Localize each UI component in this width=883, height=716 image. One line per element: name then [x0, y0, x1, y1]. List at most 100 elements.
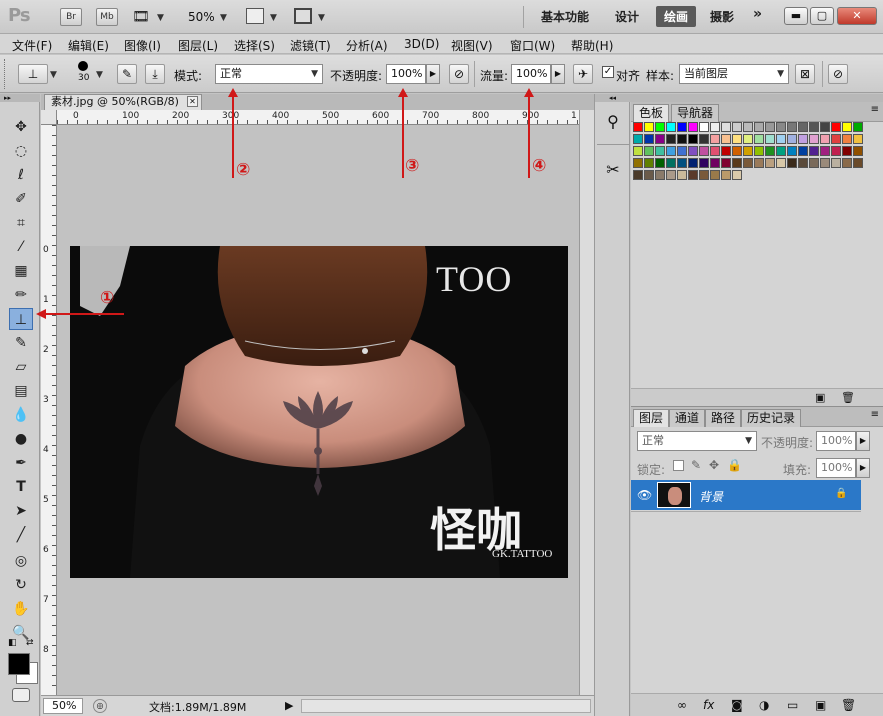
- new-group-icon[interactable]: ▭: [787, 698, 798, 712]
- opacity-slider-button[interactable]: ▶: [426, 64, 440, 84]
- foreground-color-swatch[interactable]: [8, 653, 30, 675]
- color-swatch[interactable]: [820, 146, 830, 156]
- tool-presets-icon[interactable]: ✂: [601, 160, 625, 184]
- chevron-down-icon[interactable]: ▼: [220, 13, 227, 23]
- blend-mode-select[interactable]: 正常 ▼: [637, 431, 757, 451]
- color-swatch[interactable]: [776, 146, 786, 156]
- color-swatch[interactable]: [644, 122, 654, 132]
- lasso-tool-icon[interactable]: ℓ: [9, 164, 33, 186]
- color-swatch[interactable]: [831, 158, 841, 168]
- layer-row-background[interactable]: 👁 背景 🔒: [631, 480, 861, 510]
- color-swatch[interactable]: [743, 134, 753, 144]
- screen-mode-icon[interactable]: [294, 8, 312, 24]
- panel-menu-icon[interactable]: ≡: [871, 104, 879, 115]
- color-swatch[interactable]: [787, 134, 797, 144]
- menu-edit[interactable]: 编辑(E): [68, 37, 109, 54]
- color-swatch[interactable]: [644, 134, 654, 144]
- color-swatch[interactable]: [765, 134, 775, 144]
- color-swatch[interactable]: [853, 146, 863, 156]
- menu-window[interactable]: 窗口(W): [510, 37, 555, 54]
- color-swatch[interactable]: [710, 158, 720, 168]
- color-swatch[interactable]: [754, 158, 764, 168]
- color-swatch[interactable]: [820, 134, 830, 144]
- fill-slider-button[interactable]: ▶: [856, 458, 870, 478]
- menu-image[interactable]: 图像(I): [124, 37, 161, 54]
- color-swatch[interactable]: [798, 122, 808, 132]
- mode-select[interactable]: 正常 ▼: [215, 64, 323, 84]
- color-swatch[interactable]: [666, 158, 676, 168]
- layer-opacity-slider-button[interactable]: ▶: [856, 431, 870, 451]
- view-extras-icon[interactable]: 🎞: [132, 9, 150, 25]
- color-swatch[interactable]: [721, 134, 731, 144]
- color-swatch[interactable]: [787, 122, 797, 132]
- horizontal-scrollbar[interactable]: [301, 699, 591, 713]
- new-layer-icon[interactable]: ▣: [815, 698, 826, 712]
- clone-source-icon[interactable]: ⤓: [145, 64, 165, 84]
- color-swatch[interactable]: [743, 122, 753, 132]
- status-info-icon[interactable]: ◎: [93, 699, 107, 713]
- color-swatch[interactable]: [699, 146, 709, 156]
- adjustment-layer-icon[interactable]: ◑: [759, 698, 769, 712]
- color-swatch[interactable]: [765, 146, 775, 156]
- blur-tool-icon[interactable]: 💧: [9, 404, 33, 426]
- lock-transparent-icon[interactable]: [673, 460, 684, 471]
- color-swatch[interactable]: [798, 158, 808, 168]
- color-swatch[interactable]: [666, 134, 676, 144]
- color-swatch[interactable]: [820, 158, 830, 168]
- brush-presets-icon[interactable]: ⚲: [601, 112, 625, 136]
- brush-tool-icon[interactable]: ✏: [9, 284, 33, 306]
- visibility-eye-icon[interactable]: 👁: [637, 488, 652, 502]
- color-swatch[interactable]: [721, 122, 731, 132]
- color-swatch[interactable]: [743, 158, 753, 168]
- delete-swatch-icon[interactable]: 🗑: [841, 391, 855, 404]
- brush-tip-icon[interactable]: [78, 61, 88, 71]
- move-tool-icon[interactable]: ✥: [9, 116, 33, 138]
- new-swatch-icon[interactable]: ▣: [815, 391, 825, 404]
- lock-position-icon[interactable]: ✥: [709, 458, 719, 472]
- pressure-size-icon[interactable]: ⊘: [828, 64, 848, 84]
- menu-filter[interactable]: 滤镜(T): [290, 37, 331, 54]
- menu-analysis[interactable]: 分析(A): [346, 37, 388, 54]
- color-swatch[interactable]: [732, 170, 742, 180]
- color-swatch[interactable]: [787, 146, 797, 156]
- color-swatch[interactable]: [644, 170, 654, 180]
- menu-layer[interactable]: 图层(L): [178, 37, 218, 54]
- color-swatch[interactable]: [831, 122, 841, 132]
- layer-opacity-input[interactable]: 100%: [816, 431, 856, 451]
- color-swatch[interactable]: [776, 122, 786, 132]
- color-swatch[interactable]: [809, 134, 819, 144]
- color-swatch[interactable]: [798, 146, 808, 156]
- default-colors-icon[interactable]: ◧: [8, 638, 17, 648]
- color-swatch[interactable]: [765, 122, 775, 132]
- hand-tool-icon[interactable]: ✋: [9, 598, 33, 620]
- color-swatch[interactable]: [699, 158, 709, 168]
- color-swatch[interactable]: [688, 134, 698, 144]
- color-swatch[interactable]: [721, 170, 731, 180]
- color-swatch[interactable]: [688, 158, 698, 168]
- maximize-button[interactable]: ▢: [810, 7, 834, 25]
- ruler-origin[interactable]: [41, 110, 57, 125]
- color-swatch[interactable]: [677, 158, 687, 168]
- ruler-horizontal[interactable]: 0 100 200 300 400 500 600 700 800 900 1: [57, 110, 579, 125]
- color-swatch[interactable]: [776, 134, 786, 144]
- color-swatch[interactable]: [842, 158, 852, 168]
- color-swatch[interactable]: [776, 158, 786, 168]
- color-swatch[interactable]: [809, 158, 819, 168]
- type-tool-icon[interactable]: T: [9, 476, 33, 498]
- status-zoom-input[interactable]: 50%: [43, 698, 83, 714]
- document-image[interactable]: TOO 怪咖 GK.TATTOO: [70, 246, 568, 578]
- color-swatch[interactable]: [699, 170, 709, 180]
- color-swatch[interactable]: [710, 146, 720, 156]
- color-swatch[interactable]: [842, 146, 852, 156]
- color-swatch[interactable]: [798, 134, 808, 144]
- chevron-down-icon[interactable]: ▼: [50, 70, 57, 80]
- vertical-scrollbar[interactable]: [579, 110, 594, 695]
- zoom-level[interactable]: 50%: [188, 10, 215, 24]
- 3d-orbit-tool-icon[interactable]: ↻: [9, 574, 33, 596]
- color-swatch[interactable]: [666, 170, 676, 180]
- color-swatch[interactable]: [633, 134, 643, 144]
- color-swatch[interactable]: [655, 122, 665, 132]
- flow-input[interactable]: 100%: [511, 64, 551, 84]
- gradient-tool-icon[interactable]: ▤: [9, 380, 33, 402]
- healing-brush-tool-icon[interactable]: ▦: [9, 260, 33, 282]
